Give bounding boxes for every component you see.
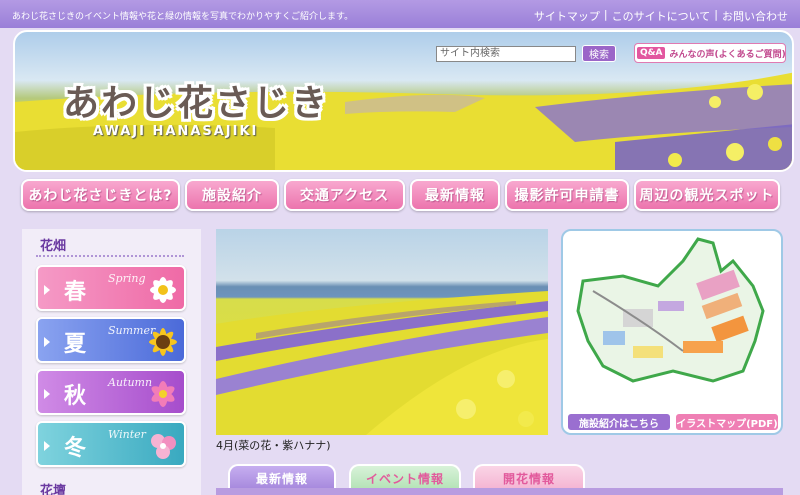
top-bar: あわじ花さじきのイベント情報や花と緑の情報を写真でわかりやすくご紹介します。 サ… (0, 0, 800, 28)
flower-beds-heading: 花壇 (40, 484, 67, 495)
main-nav: あわじ花さじきとは? 施設紹介 交通アクセス 最新情報 撮影許可申請書 周辺の観… (21, 179, 780, 211)
site-tagline: あわじ花さじきのイベント情報や花と緑の情報を写真でわかりやすくご紹介します。 (12, 12, 354, 22)
facility-map-illustration[interactable] (563, 231, 781, 411)
contact-link[interactable]: お問い合わせ (722, 8, 788, 24)
search-button[interactable]: 検索 (582, 45, 616, 62)
season-kanji: 春 (64, 280, 87, 305)
nav-access[interactable]: 交通アクセス (284, 179, 405, 211)
photo-caption: 4月(菜の花・紫ハナナ) (216, 439, 331, 452)
winter-flower-icon (151, 434, 176, 459)
site-logo[interactable]: あわじ花さじき (63, 74, 329, 126)
header-banner: あわじ花さじき AWAJI HANASAJIKI 検索 Q&A みんなの声(よく… (13, 30, 794, 172)
illustration-map-pdf-button[interactable]: イラストマップ(PDF) (675, 413, 779, 431)
about-site-link[interactable]: このサイトについて (612, 8, 711, 24)
search-input[interactable] (436, 45, 576, 62)
tab-bloom-info[interactable]: 開花情報 (473, 464, 585, 490)
season-summer-button[interactable]: 夏 Summer (36, 317, 186, 363)
site-search: 検索 (436, 45, 616, 62)
sunflower-icon (149, 328, 177, 356)
nav-facilities[interactable]: 施設紹介 (185, 179, 279, 211)
nav-news[interactable]: 最新情報 (410, 179, 500, 211)
season-kanji: 冬 (64, 436, 87, 461)
season-kanji: 秋 (64, 384, 87, 409)
season-spring-button[interactable]: 春 Spring (36, 265, 186, 311)
tab-latest-news[interactable]: 最新情報 (228, 464, 336, 490)
season-kanji: 夏 (64, 332, 87, 357)
site-logo-english: AWAJI HANASAJIKI (93, 124, 259, 139)
season-english: Winter (108, 428, 146, 441)
flower-fields-heading: 花畑 (40, 239, 67, 254)
tab-events[interactable]: イベント情報 (349, 464, 461, 490)
arrow-right-icon (44, 337, 50, 347)
top-links: サイトマップ | このサイトについて | お問い合わせ (534, 8, 788, 24)
season-english: Spring (108, 272, 146, 285)
nav-nearby-spots[interactable]: 周辺の観光スポット (634, 179, 780, 211)
sitemap-link[interactable]: サイトマップ (534, 8, 600, 24)
arrow-right-icon (44, 441, 50, 451)
season-winter-button[interactable]: 冬 Winter (36, 421, 186, 467)
heading-divider (36, 255, 184, 257)
season-autumn-button[interactable]: 秋 Autumn (36, 369, 186, 415)
sidebar: 花畑 春 Spring 夏 Summer 秋 Autumn 冬 Winter 花… (22, 229, 201, 495)
link-separator: | (714, 8, 718, 21)
arrow-right-icon (44, 285, 50, 295)
facility-info-button[interactable]: 施設紹介はこちら (567, 413, 671, 431)
nav-photo-permit[interactable]: 撮影許可申請書 (505, 179, 629, 211)
nav-about[interactable]: あわじ花さじきとは? (21, 179, 180, 211)
tab-content-bar (216, 488, 783, 495)
facility-map-panel: 施設紹介はこちら イラストマップ(PDF) (561, 229, 783, 435)
arrow-right-icon (44, 389, 50, 399)
main-photo (216, 229, 548, 435)
link-separator: | (603, 8, 608, 21)
faq-button[interactable]: Q&A みんなの声(よくあるご質問) (634, 43, 786, 63)
daisy-icon (150, 277, 176, 303)
faq-label: みんなの声(よくあるご質問) (669, 49, 786, 60)
cosmos-icon (151, 381, 175, 407)
qa-badge: Q&A (637, 47, 666, 59)
flower-field-photo (216, 291, 548, 435)
